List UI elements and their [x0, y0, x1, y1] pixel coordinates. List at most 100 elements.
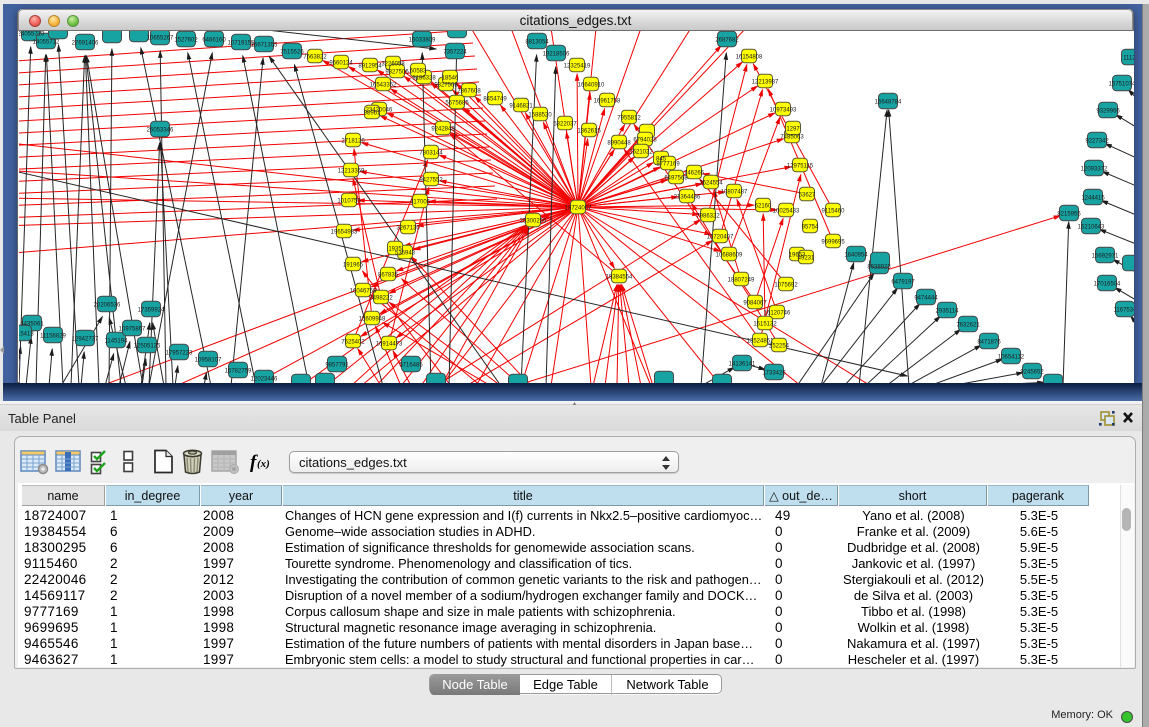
svg-text:1362615: 1362615 [577, 128, 601, 134]
svg-text:7803144: 7803144 [419, 150, 443, 156]
svg-text:7986322: 7986322 [696, 213, 720, 219]
svg-text:12093372: 12093372 [1081, 166, 1108, 172]
svg-text:16033809: 16033809 [409, 37, 436, 43]
svg-text:17016504: 17016504 [1094, 281, 1121, 287]
svg-text:7632621: 7632621 [956, 322, 980, 328]
svg-text:12942737: 12942737 [72, 336, 99, 342]
svg-text:6466160: 6466160 [202, 37, 226, 43]
svg-text:7625402: 7625402 [341, 339, 365, 345]
svg-text:252254: 252254 [769, 343, 790, 349]
svg-text:53627: 53627 [799, 192, 816, 198]
svg-text:15720407: 15720407 [707, 234, 734, 240]
svg-text:3624554: 3624554 [699, 180, 723, 186]
svg-text:10654112: 10654112 [998, 354, 1025, 360]
svg-text:9427552: 9427552 [419, 177, 443, 183]
svg-text:12213987: 12213987 [752, 79, 779, 85]
svg-text:16648784: 16648784 [875, 99, 902, 105]
svg-text:8912954: 8912954 [358, 63, 382, 69]
svg-text:9857791: 9857791 [325, 362, 349, 368]
svg-text:1145194: 1145194 [105, 338, 129, 344]
svg-text:18546: 18546 [442, 75, 459, 81]
svg-text:8990448: 8990448 [607, 140, 631, 146]
svg-text:16914473: 16914473 [376, 341, 403, 347]
svg-text:10655267: 10655267 [147, 35, 174, 41]
svg-text:19654983: 19654983 [331, 229, 358, 235]
svg-text:20206536: 20206536 [94, 302, 121, 308]
svg-text:10973493: 10973493 [770, 107, 797, 113]
svg-text:15692971: 15692971 [1092, 253, 1119, 259]
svg-text:2867608: 2867608 [457, 88, 481, 94]
svg-text:9227342: 9227342 [1085, 138, 1109, 144]
svg-text:7663822: 7663822 [303, 54, 327, 60]
svg-text:19384554: 19384554 [606, 274, 633, 280]
svg-text:1615132: 1615132 [753, 321, 777, 327]
svg-text:3498222: 3498222 [369, 295, 393, 301]
svg-text:16671355: 16671355 [251, 42, 278, 48]
svg-text:9242848: 9242848 [431, 126, 455, 132]
svg-text:11123: 11123 [1123, 55, 1134, 61]
svg-text:(x): (x) [257, 458, 270, 470]
svg-text:14136141: 14136141 [729, 361, 756, 367]
svg-text:1588520: 1588520 [528, 112, 552, 118]
svg-text:8454749: 8454749 [483, 96, 507, 102]
svg-text:17359924: 17359924 [138, 307, 165, 313]
svg-text:10025433: 10025433 [773, 208, 800, 214]
svg-text:16120746: 16120746 [764, 310, 791, 316]
svg-text:3915413: 3915413 [19, 331, 34, 337]
svg-text:9115460: 9115460 [822, 208, 846, 214]
svg-text:5322037: 5322037 [553, 121, 577, 127]
svg-text:17957223: 17957223 [166, 350, 193, 356]
svg-text:16154808: 16154808 [736, 54, 763, 60]
svg-text:10958107: 10958107 [195, 357, 222, 363]
svg-text:7515526: 7515526 [280, 49, 304, 55]
svg-text:10975867: 10975867 [119, 326, 146, 332]
svg-text:6479197: 6479197 [891, 279, 915, 285]
svg-text:9699695: 9699695 [821, 239, 845, 245]
svg-text:4435061: 4435061 [20, 321, 44, 327]
svg-text:95754: 95754 [802, 224, 819, 230]
svg-text:1244415: 1244415 [1081, 195, 1105, 201]
svg-text:6794028: 6794028 [633, 137, 657, 143]
svg-text:21364436: 21364436 [674, 194, 701, 200]
svg-text:6497568: 6497568 [664, 175, 688, 181]
svg-text:12975115: 12975115 [787, 163, 814, 169]
svg-text:16046758: 16046758 [350, 288, 377, 294]
svg-text:2935114: 2935114 [936, 308, 960, 314]
svg-text:7955812: 7955812 [617, 115, 641, 121]
svg-text:1935: 1935 [388, 246, 402, 252]
svg-text:5675685: 5675685 [445, 100, 469, 106]
svg-text:1640954: 1640954 [844, 252, 868, 258]
svg-text:60583: 60583 [410, 68, 427, 74]
svg-text:9084067: 9084067 [743, 300, 767, 306]
svg-text:9329966: 9329966 [1096, 108, 1120, 114]
svg-text:2687682: 2687682 [715, 37, 739, 43]
svg-text:62160: 62160 [755, 203, 772, 209]
svg-text:8813054: 8813054 [525, 39, 549, 45]
svg-text:8215955: 8215955 [1057, 211, 1081, 217]
svg-text:12213369: 12213369 [338, 168, 365, 174]
svg-text:9146821: 9146821 [509, 103, 533, 109]
svg-text:16640910: 16640910 [578, 82, 605, 88]
svg-text:1297: 1297 [786, 126, 800, 132]
svg-text:14055712: 14055712 [33, 39, 60, 45]
svg-text:18724007: 18724007 [565, 205, 592, 211]
svg-text:49231: 49231 [798, 255, 815, 261]
svg-text:9327508: 9327508 [434, 82, 458, 88]
svg-text:1010755: 1010755 [337, 198, 361, 204]
svg-text:16210643: 16210643 [1078, 224, 1105, 230]
svg-text:9245652: 9245652 [1020, 369, 1044, 375]
svg-text:16543362: 16543362 [370, 82, 397, 88]
svg-text:9474444: 9474444 [914, 295, 938, 301]
svg-text:10688609: 10688609 [716, 252, 743, 258]
svg-text:1167534: 1167534 [1114, 307, 1134, 313]
svg-text:1621022: 1621022 [629, 149, 653, 155]
svg-text:98961: 98961 [364, 110, 381, 116]
svg-text:1527602: 1527602 [174, 37, 198, 43]
svg-text:25300255: 25300255 [520, 218, 547, 224]
svg-text:15751074: 15751074 [1109, 81, 1134, 87]
svg-text:417006: 417006 [410, 199, 431, 205]
svg-text:5716485: 5716485 [399, 362, 423, 368]
svg-text:867835: 867835 [378, 272, 399, 278]
svg-text:19218506: 19218506 [543, 51, 570, 57]
svg-text:16782759: 16782759 [225, 368, 252, 374]
